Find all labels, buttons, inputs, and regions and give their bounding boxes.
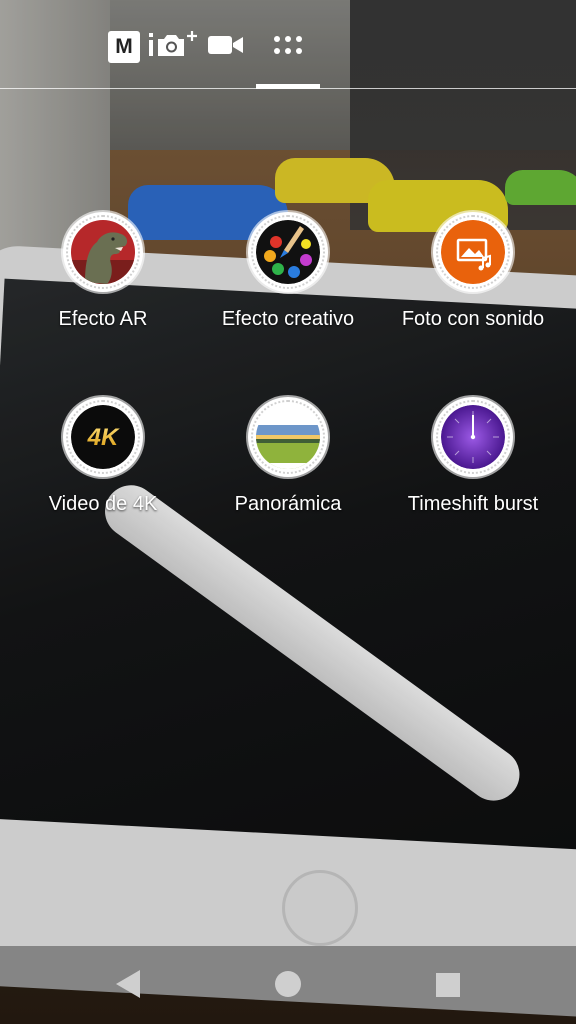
- mode-creative-effect[interactable]: Efecto creativo: [192, 212, 384, 362]
- manual-mode-icon[interactable]: M: [108, 31, 140, 63]
- system-navigation-bar: [0, 946, 576, 1024]
- mode-bar-divider: [0, 88, 576, 89]
- mode-label: Efecto AR: [58, 308, 148, 330]
- 4k-video-badge: 4K: [63, 397, 143, 477]
- 4k-icon-text: 4K: [87, 424, 120, 451]
- back-icon[interactable]: [114, 968, 142, 1005]
- paint-palette-icon: [256, 220, 320, 284]
- mode-4k-video[interactable]: 4K Video de 4K: [7, 397, 199, 547]
- mode-label: Efecto creativo: [221, 308, 355, 330]
- home-icon[interactable]: [274, 970, 302, 1003]
- mode-label: Foto con sonido: [401, 308, 545, 330]
- smart-photo-icon[interactable]: [148, 30, 200, 60]
- 4k-icon: 4K: [71, 405, 135, 469]
- mode-sound-photo[interactable]: Foto con sonido: [377, 212, 569, 362]
- mode-ar-effect[interactable]: Efecto AR: [7, 212, 199, 362]
- sound-photo-icon: [441, 220, 505, 284]
- dinosaur-icon: [71, 220, 135, 284]
- ar-effect-badge: [63, 212, 143, 292]
- mode-panorama[interactable]: Panorámica: [192, 397, 384, 547]
- panorama-badge: [248, 397, 328, 477]
- timeshift-burst-badge: [433, 397, 513, 477]
- mode-timeshift-burst[interactable]: Timeshift burst: [377, 397, 569, 547]
- sound-photo-badge: [433, 212, 513, 292]
- mode-label: Video de 4K: [48, 493, 158, 515]
- mode-label: Timeshift burst: [407, 493, 539, 515]
- panorama-icon: [256, 405, 320, 469]
- video-camera-icon[interactable]: [206, 30, 246, 60]
- mode-label: Panorámica: [234, 493, 342, 515]
- mode-bar: M: [0, 0, 576, 90]
- recents-icon[interactable]: [435, 972, 461, 1003]
- grid-apps-icon[interactable]: [256, 30, 320, 89]
- creative-effect-badge: [248, 212, 328, 292]
- timeshift-icon: [441, 405, 505, 469]
